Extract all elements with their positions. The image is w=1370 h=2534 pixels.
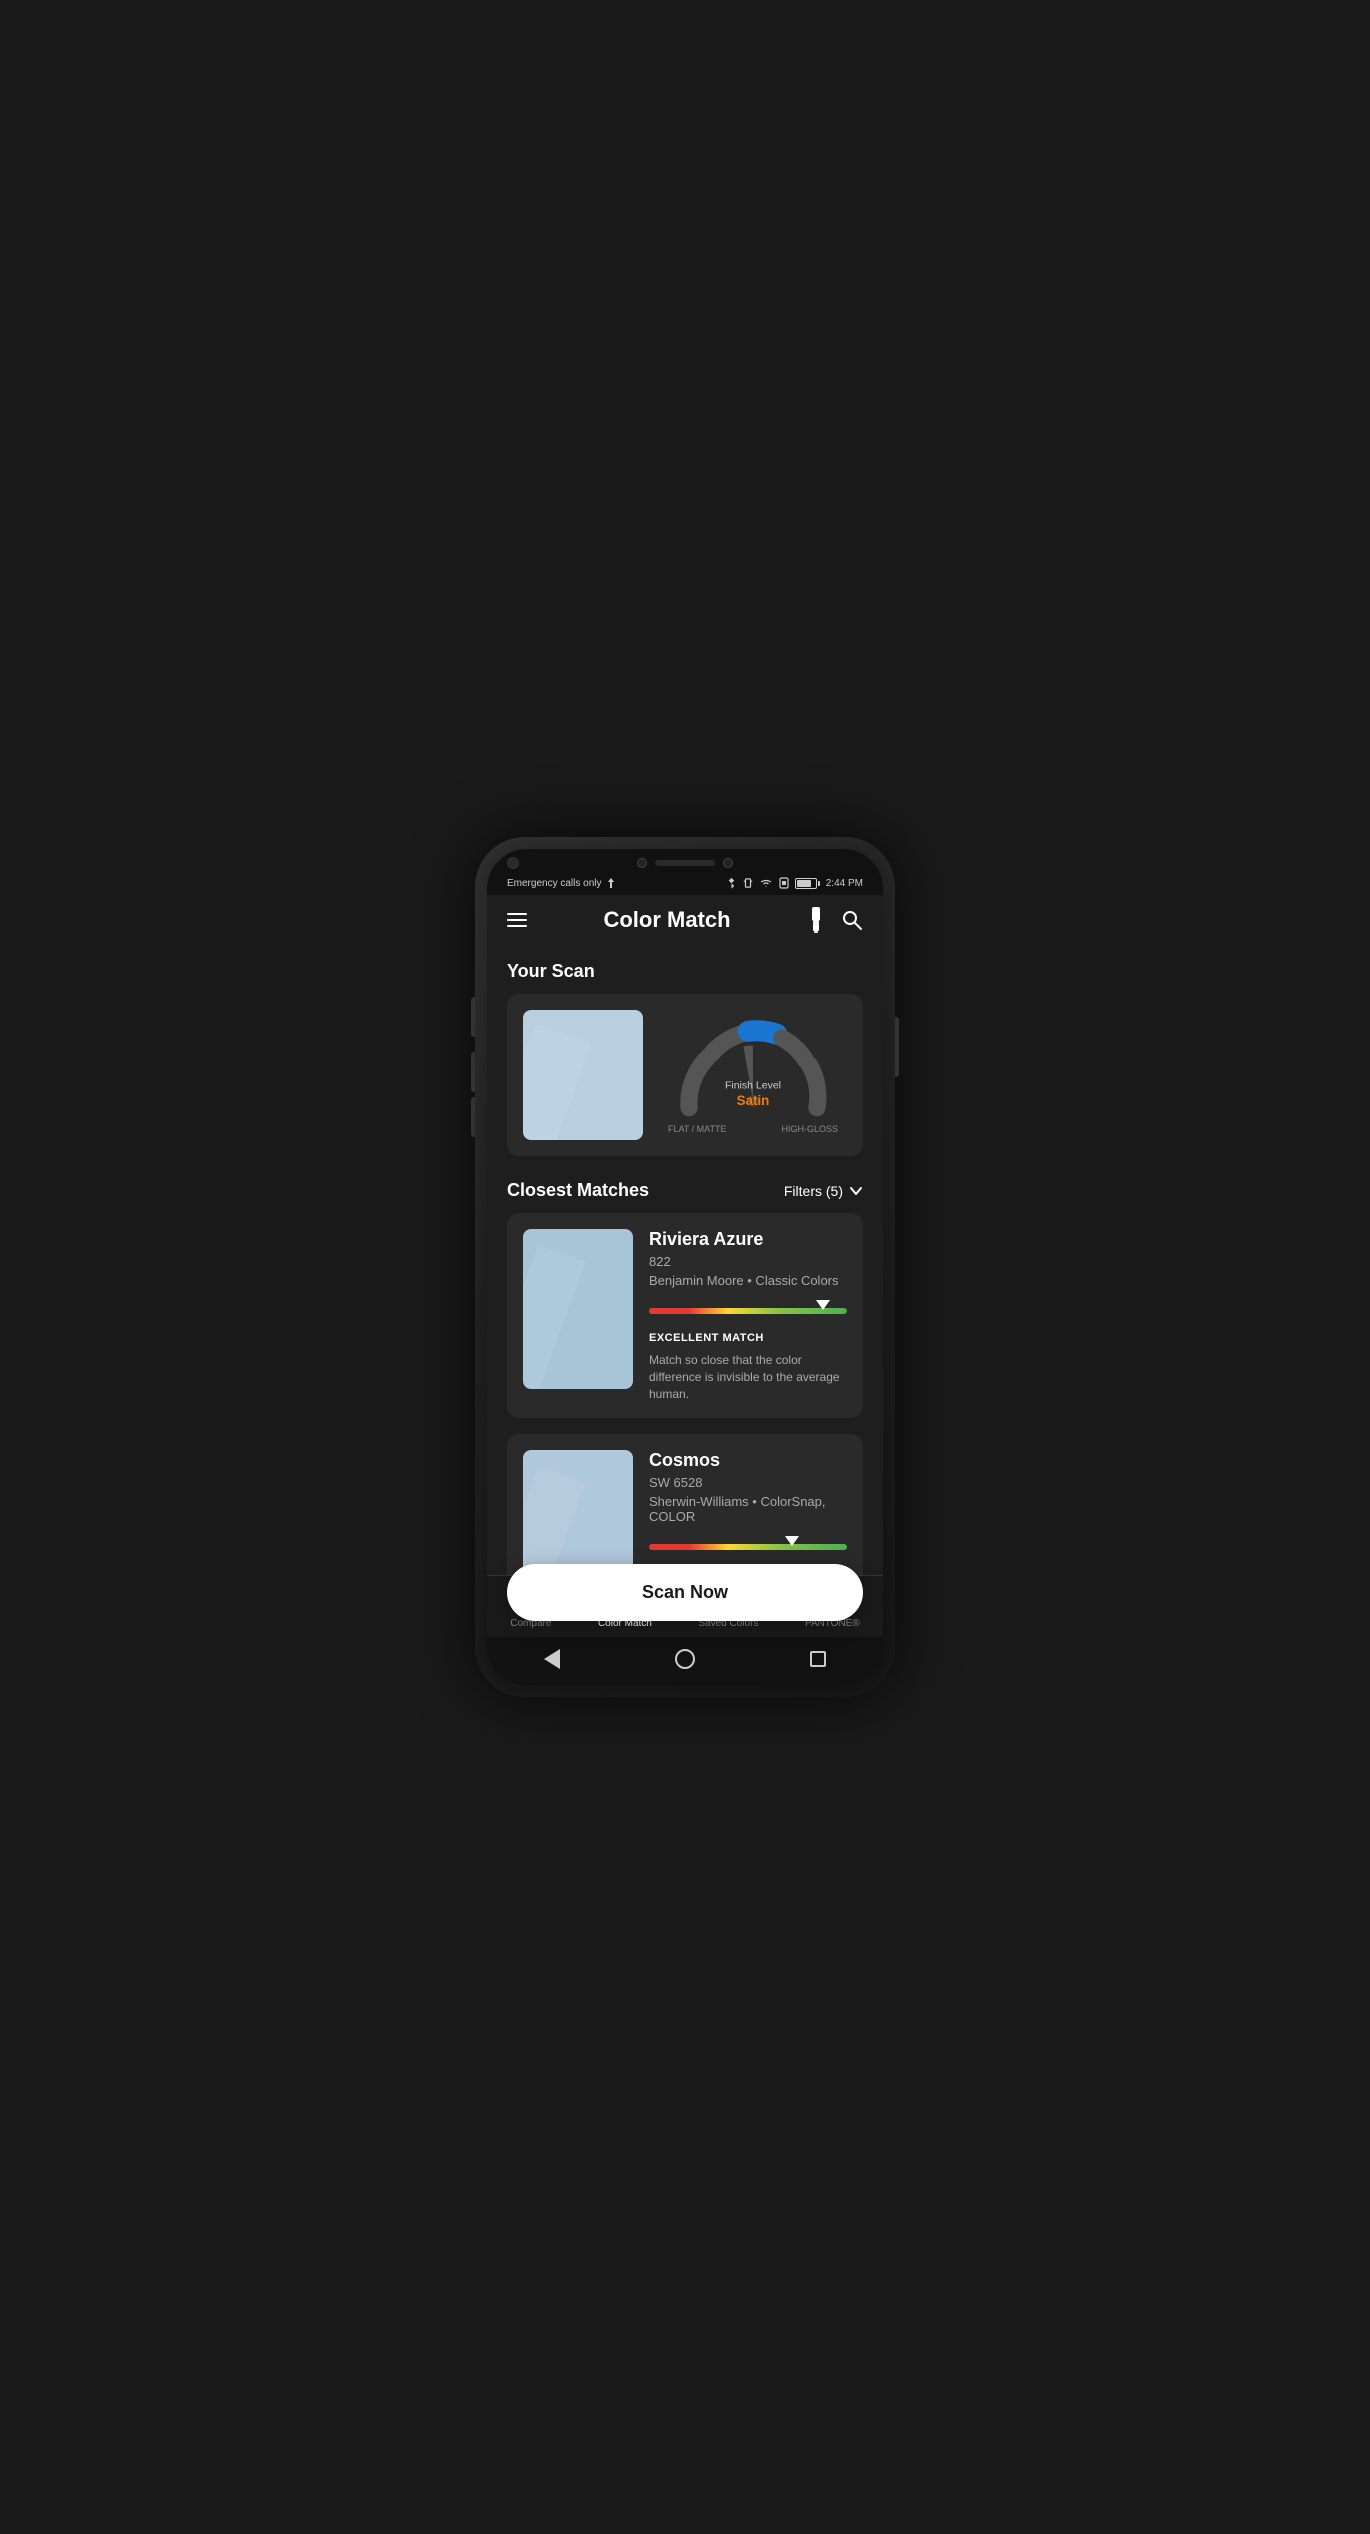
match-name-1: Riviera Azure	[649, 1229, 847, 1250]
speaker	[655, 860, 715, 866]
status-right: 2:44 PM	[727, 877, 863, 889]
scan-now-text: Scan Now	[642, 1582, 728, 1602]
bluetooth-icon	[727, 877, 737, 889]
match-name-2: Cosmos	[649, 1450, 847, 1471]
svg-text:Finish Level: Finish Level	[725, 1079, 781, 1091]
finish-gauge: Finish Level Satin	[668, 1017, 838, 1122]
hamburger-button[interactable]	[507, 913, 527, 927]
hamburger-line-1	[507, 913, 527, 915]
app-bar: Color Match	[487, 895, 883, 945]
match-code-1: 822	[649, 1254, 847, 1269]
quality-indicator-2	[785, 1536, 799, 1546]
scan-now-overlay[interactable]: Scan Now	[507, 1564, 863, 1621]
back-icon	[544, 1649, 560, 1669]
match-desc-1: Match so close that the color difference…	[649, 1352, 847, 1402]
your-scan-title: Your Scan	[507, 961, 863, 982]
chevron-down-icon	[849, 1184, 863, 1198]
system-nav-bar	[487, 1637, 883, 1685]
high-gloss-label: HIGH-GLOSS	[781, 1124, 838, 1134]
quality-bar-container-1	[649, 1308, 847, 1314]
emergency-text: Emergency calls only	[507, 878, 601, 889]
hamburger-line-3	[507, 925, 527, 927]
status-left: Emergency calls only	[507, 877, 617, 889]
flat-matte-label: FLAT / MATTE	[668, 1124, 727, 1134]
match-info-2: Cosmos SW 6528 Sherwin-Williams • ColorS…	[649, 1450, 847, 1575]
your-scan-section: Your Scan	[507, 961, 863, 1156]
gauge-container: Finish Level Satin FLAT / MATTE HIGH-GLO…	[659, 1017, 847, 1134]
svg-text:Satin: Satin	[737, 1092, 770, 1107]
quality-bar-2	[649, 1544, 847, 1550]
quality-bar-container-2	[649, 1544, 847, 1550]
match-quality-label-1: EXCELLENT MATCH	[649, 1332, 847, 1344]
match-card-1[interactable]: Riviera Azure 822 Benjamin Moore • Class…	[507, 1213, 863, 1418]
match-brand-1: Benjamin Moore • Classic Colors	[649, 1273, 847, 1288]
match-swatch-1	[523, 1229, 633, 1389]
scan-card: Finish Level Satin FLAT / MATTE HIGH-GLO…	[507, 994, 863, 1156]
match-code-2: SW 6528	[649, 1475, 847, 1490]
sim-icon	[779, 877, 789, 889]
matches-title: Closest Matches	[507, 1180, 649, 1201]
app-title: Color Match	[603, 907, 730, 933]
hamburger-line-2	[507, 919, 527, 921]
filters-label: Filters (5)	[784, 1183, 843, 1199]
back-button[interactable]	[544, 1649, 560, 1669]
scan-color-swatch	[523, 1010, 643, 1140]
status-bar: Emergency calls only	[487, 873, 883, 895]
quality-indicator-1	[816, 1300, 830, 1310]
match-card-2[interactable]: Cosmos SW 6528 Sherwin-Williams • ColorS…	[507, 1434, 863, 1575]
app-bar-actions	[807, 907, 863, 933]
search-icon[interactable]	[841, 909, 863, 931]
torch-icon[interactable]	[807, 907, 825, 933]
recents-icon	[810, 1651, 826, 1667]
front-camera-left	[507, 857, 519, 869]
main-content: Your Scan	[487, 945, 883, 1575]
filters-button[interactable]: Filters (5)	[784, 1183, 863, 1199]
phone-screen: Emergency calls only	[487, 849, 883, 1685]
match-swatch-2	[523, 1450, 633, 1575]
match-brand-2: Sherwin-Williams • ColorSnap, COLOR	[649, 1494, 847, 1524]
upload-icon	[605, 877, 617, 889]
home-icon	[675, 1649, 695, 1669]
front-camera-center	[637, 858, 647, 868]
closest-matches-section: Closest Matches Filters (5) Riviera Azur…	[507, 1180, 863, 1575]
wifi-icon	[759, 877, 773, 889]
home-button[interactable]	[675, 1649, 695, 1669]
gauge-labels: FLAT / MATTE HIGH-GLOSS	[668, 1124, 838, 1134]
match-info-1: Riviera Azure 822 Benjamin Moore • Class…	[649, 1229, 847, 1402]
phone-device: Emergency calls only	[475, 837, 895, 1697]
battery-indicator	[795, 878, 820, 889]
recents-button[interactable]	[810, 1651, 826, 1667]
sensor	[723, 858, 733, 868]
notch-bar	[487, 849, 883, 873]
vibrate-icon	[743, 877, 753, 889]
time-display: 2:44 PM	[826, 878, 863, 889]
matches-header: Closest Matches Filters (5)	[507, 1180, 863, 1201]
